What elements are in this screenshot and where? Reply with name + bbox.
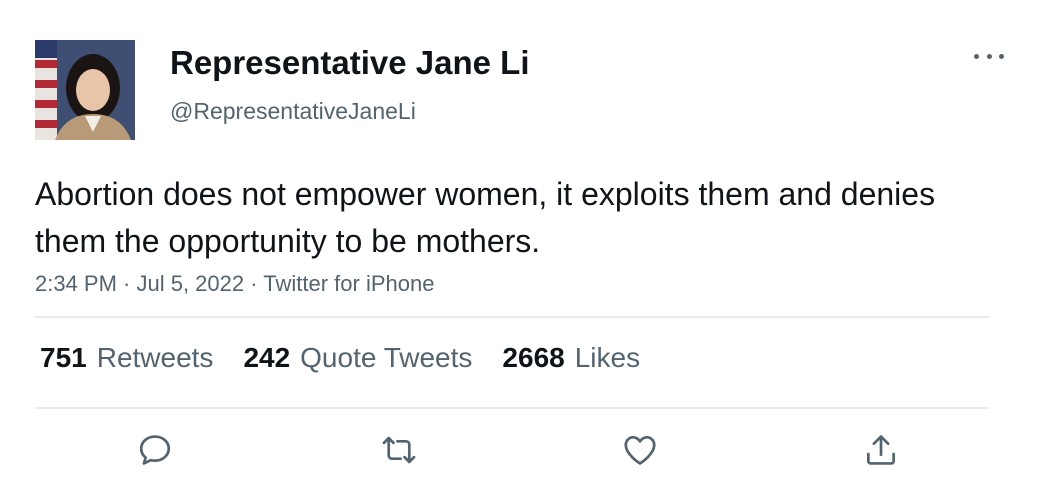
- reply-icon: [139, 435, 171, 465]
- avatar[interactable]: [35, 40, 135, 140]
- user-handle[interactable]: @RepresentativeJaneLi: [170, 98, 416, 125]
- display-name[interactable]: Representative Jane Li: [170, 44, 530, 82]
- retweet-button[interactable]: [377, 428, 421, 472]
- likes-count: 2668: [502, 342, 565, 373]
- profile-photo-icon: [35, 40, 135, 140]
- reply-button[interactable]: [133, 428, 177, 472]
- retweet-icon: [382, 436, 416, 464]
- retweets-count: 751: [40, 342, 87, 373]
- share-icon: [866, 435, 896, 465]
- share-button[interactable]: [859, 428, 903, 472]
- engagement-stats: 751 Retweets 242 Quote Tweets 2668 Likes: [40, 342, 640, 374]
- tweet-meta[interactable]: 2:34 PM · Jul 5, 2022 · Twitter for iPho…: [35, 271, 434, 297]
- divider: [35, 316, 989, 318]
- tweet-text: Abortion does not empower women, it expl…: [35, 176, 936, 259]
- dot-icon: [974, 53, 979, 59]
- like-icon: [624, 435, 656, 465]
- retweets-stat[interactable]: 751 Retweets: [40, 342, 213, 374]
- divider: [35, 407, 989, 409]
- quote-tweets-label: Quote Tweets: [300, 342, 473, 373]
- retweets-label: Retweets: [96, 342, 214, 373]
- likes-label: Likes: [574, 342, 641, 373]
- like-button[interactable]: [618, 428, 662, 472]
- quote-tweets-count: 242: [243, 342, 291, 373]
- quote-tweets-stat[interactable]: 242 Quote Tweets: [243, 342, 472, 374]
- dot-icon: [999, 53, 1004, 59]
- likes-stat[interactable]: 2668 Likes: [502, 342, 640, 374]
- more-options-button[interactable]: [972, 44, 1006, 68]
- dot-icon: [986, 53, 992, 59]
